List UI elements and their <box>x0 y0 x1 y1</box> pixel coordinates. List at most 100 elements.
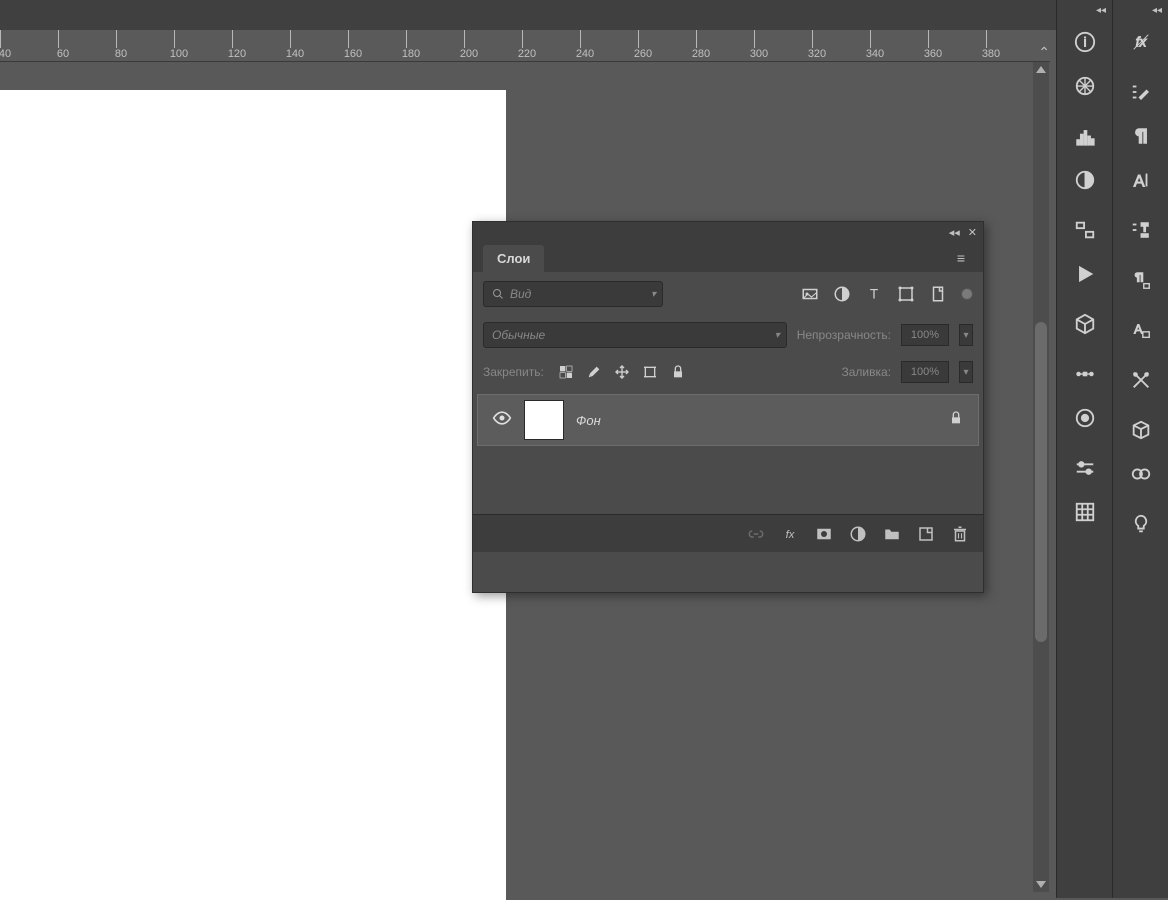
filter-shape-icon[interactable] <box>897 285 915 303</box>
play-icon[interactable] <box>1057 252 1113 296</box>
layer-name[interactable]: Фон <box>576 413 936 428</box>
scroll-up-icon[interactable] <box>1036 66 1046 73</box>
lock-label: Закрепить: <box>483 365 544 379</box>
paragraph-styles-icon[interactable] <box>1113 258 1168 302</box>
fx-icon[interactable]: fx <box>1113 20 1168 64</box>
collapse-left-icon[interactable]: ◂◂ <box>1057 0 1112 20</box>
color-wheel-icon[interactable] <box>1057 396 1113 440</box>
filter-toggle[interactable] <box>961 288 973 300</box>
dropdown-arrow-icon: ▾ <box>651 289 656 300</box>
layer-fx-icon[interactable]: fx <box>781 525 799 543</box>
panel-header[interactable]: ◂◂ ✕ <box>473 222 983 242</box>
opacity-value[interactable]: 100% <box>901 324 949 346</box>
filter-pixel-icon[interactable] <box>801 285 819 303</box>
fill-value[interactable]: 100% <box>901 361 949 383</box>
fill-slider-icon[interactable]: ▾ <box>959 361 973 383</box>
ruler-mark: 160 <box>338 48 368 60</box>
collapse-right-icon[interactable]: ◂◂ <box>1113 0 1168 20</box>
ruler-mark: 40 <box>0 48 20 60</box>
ruler-mark: 140 <box>280 48 310 60</box>
horizontal-ruler: 40 60 80 100 120 140 160 180 200 220 240… <box>0 30 1050 62</box>
filter-placeholder: Вид <box>510 287 531 301</box>
svg-text:A: A <box>1134 322 1143 337</box>
scroll-down-icon[interactable] <box>1036 881 1046 888</box>
svg-text:T: T <box>870 287 878 302</box>
ruler-mark: 60 <box>48 48 78 60</box>
scrollbar-thumb[interactable] <box>1035 322 1047 642</box>
cloud-icon[interactable] <box>1113 452 1168 496</box>
layers-tab[interactable]: Слои <box>483 245 544 272</box>
vertical-scrollbar[interactable] <box>1033 62 1049 892</box>
opacity-slider-icon[interactable]: ▾ <box>959 324 973 346</box>
histogram-icon[interactable] <box>1057 114 1113 158</box>
document-canvas[interactable] <box>0 90 506 900</box>
filter-kind-select[interactable]: Вид ▾ <box>483 281 663 307</box>
lock-brush-icon[interactable] <box>586 364 602 380</box>
path-icon[interactable] <box>1057 352 1113 396</box>
blend-row: Обычные ▾ Непрозрачность: 100% ▾ <box>473 316 983 354</box>
grid-icon[interactable] <box>1057 490 1113 534</box>
new-group-icon[interactable] <box>883 525 901 543</box>
top-bar <box>0 0 1168 30</box>
new-adjustment-icon[interactable] <box>849 525 867 543</box>
visibility-icon[interactable] <box>492 408 512 433</box>
brush-presets-icon[interactable] <box>1113 70 1168 114</box>
layer-mask-icon[interactable] <box>815 525 833 543</box>
adjustment-icon[interactable] <box>1057 158 1113 202</box>
opacity-label: Непрозрачность: <box>797 328 891 342</box>
info-icon[interactable]: i <box>1057 20 1113 64</box>
ruler-mark: 280 <box>686 48 716 60</box>
collapse-panel-icon[interactable]: ◂◂ <box>949 226 960 239</box>
sliders-icon[interactable] <box>1057 446 1113 490</box>
layer-lock-icon[interactable] <box>948 410 964 431</box>
ruler-mark: 80 <box>106 48 136 60</box>
dropdown-arrow-icon: ▾ <box>775 330 780 341</box>
svg-text:fx: fx <box>786 528 795 540</box>
link-layers-icon[interactable] <box>747 525 765 543</box>
layer-row[interactable]: Фон <box>477 394 979 446</box>
panel-menu-icon[interactable]: ≡ <box>949 244 973 272</box>
new-layer-icon[interactable] <box>917 525 935 543</box>
lock-move-icon[interactable] <box>614 364 630 380</box>
lock-row: Закрепить: Заливка: 100% ▾ <box>473 354 983 390</box>
3d-icon[interactable] <box>1057 302 1113 346</box>
svg-text:i: i <box>1084 35 1087 50</box>
filter-row: Вид ▾ T <box>473 272 983 316</box>
lock-all-icon[interactable] <box>670 364 686 380</box>
cube-icon[interactable] <box>1113 408 1168 452</box>
layers-list: Фон <box>473 390 983 514</box>
character-icon[interactable]: A <box>1113 158 1168 202</box>
blend-mode-select[interactable]: Обычные ▾ <box>483 322 787 348</box>
ruler-mark: 300 <box>744 48 774 60</box>
tools-icon[interactable] <box>1113 358 1168 402</box>
ruler-mark: 240 <box>570 48 600 60</box>
ruler-mark: 220 <box>512 48 542 60</box>
close-panel-icon[interactable]: ✕ <box>968 226 977 239</box>
clone-stamp-icon[interactable] <box>1113 208 1168 252</box>
filter-adjustment-icon[interactable] <box>833 285 851 303</box>
delete-layer-icon[interactable] <box>951 525 969 543</box>
ruler-mark: 200 <box>454 48 484 60</box>
ruler-mark: 260 <box>628 48 658 60</box>
layer-thumbnail[interactable] <box>524 400 564 440</box>
ruler-mark: 380 <box>976 48 1006 60</box>
ruler-mark: 360 <box>918 48 948 60</box>
fill-label: Заливка: <box>841 365 891 379</box>
layers-panel[interactable]: ◂◂ ✕ Слои ≡ Вид ▾ T Обычные ▾ Непрозрачн… <box>472 221 984 593</box>
navigator-icon[interactable] <box>1057 64 1113 108</box>
filter-text-icon[interactable]: T <box>865 285 883 303</box>
layers-empty-area[interactable] <box>477 446 979 510</box>
ruler-mark: 120 <box>222 48 252 60</box>
align-icon[interactable] <box>1057 208 1113 252</box>
lightbulb-icon[interactable] <box>1113 502 1168 546</box>
filter-smart-icon[interactable] <box>929 285 947 303</box>
svg-text:A: A <box>1134 172 1145 190</box>
lock-artboard-icon[interactable] <box>642 364 658 380</box>
panel-footer: fx <box>473 514 983 552</box>
lock-transparency-icon[interactable] <box>558 364 574 380</box>
ruler-expand-icon[interactable]: ⌃ <box>1038 44 1050 61</box>
ruler-mark: 180 <box>396 48 426 60</box>
character-styles-icon[interactable]: A <box>1113 308 1168 352</box>
paragraph-icon[interactable] <box>1113 114 1168 158</box>
ruler-mark: 340 <box>860 48 890 60</box>
